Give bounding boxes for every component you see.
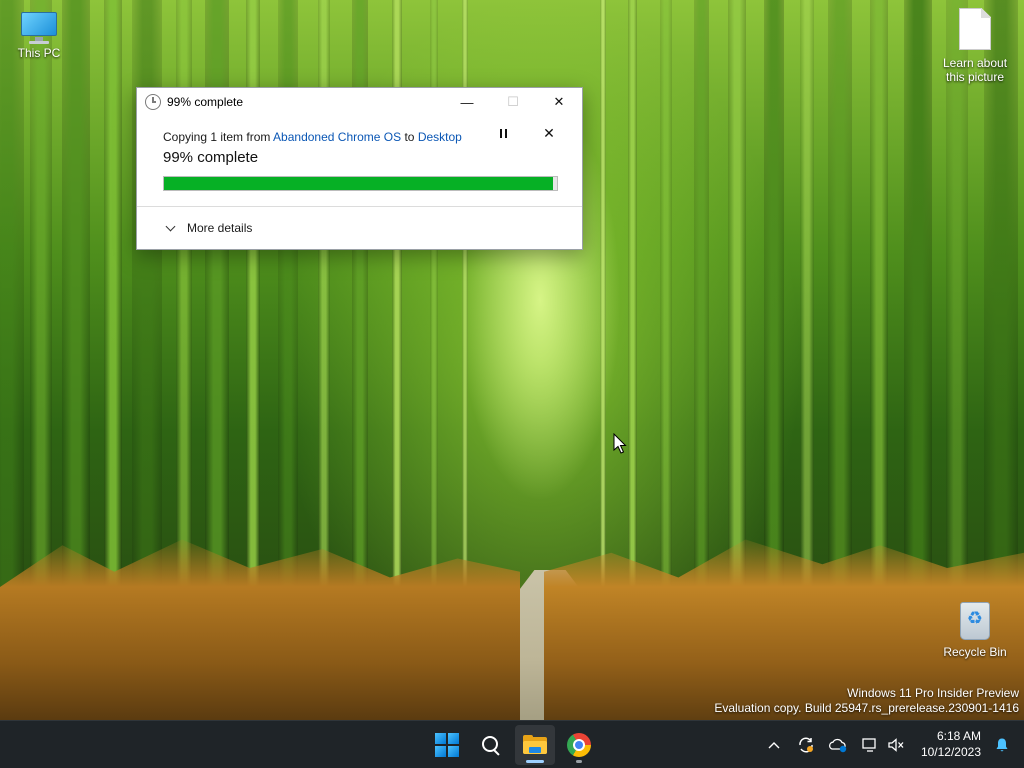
evaluation-watermark: Windows 11 Pro Insider Preview Evaluatio… <box>714 686 1019 716</box>
dialog-titlebar[interactable]: 99% complete — ☐ ✕ <box>137 88 582 116</box>
volume-tray-button[interactable] <box>884 733 908 757</box>
desktop-icon-label: This PC <box>17 46 61 60</box>
source-link[interactable]: Abandoned Chrome OS <box>273 130 401 144</box>
pause-icon <box>499 128 502 138</box>
volume-muted-icon <box>888 738 904 752</box>
wallpaper-grass-left <box>0 539 520 720</box>
start-button[interactable] <box>427 725 467 765</box>
taskbar-chrome[interactable] <box>559 725 599 765</box>
windows-start-icon <box>435 733 459 757</box>
bamboo-stalk <box>104 0 122 600</box>
dialog-divider <box>137 206 582 207</box>
bamboo-stalk <box>828 0 852 600</box>
bamboo-stalk <box>0 0 24 600</box>
copy-progress-dialog[interactable]: 99% complete — ☐ ✕ Copying 1 item from A… <box>136 87 583 250</box>
percent-complete: 99% complete <box>163 149 259 166</box>
bamboo-stalk <box>904 0 932 600</box>
file-explorer-icon <box>523 735 547 755</box>
bamboo-stalk <box>870 0 888 600</box>
desktop-icon-this-pc[interactable]: This PC <box>3 10 75 60</box>
bamboo-stalk <box>764 0 784 600</box>
chevron-down-icon <box>165 223 175 233</box>
cancel-copy-button[interactable]: ✕ <box>539 123 559 143</box>
onedrive-icon <box>829 738 847 753</box>
clock-time: 6:18 AM <box>936 729 981 743</box>
bamboo-stalk <box>800 0 814 600</box>
minimize-button[interactable]: — <box>444 88 490 116</box>
bamboo-stalk <box>660 0 672 600</box>
watermark-line-2: Evaluation copy. Build 25947.rs_prerelea… <box>714 701 1019 715</box>
bamboo-stalk <box>628 0 637 600</box>
bamboo-stalk <box>984 0 1018 600</box>
copy-mid: to <box>401 130 418 144</box>
bamboo-stalk <box>728 0 746 600</box>
desktop-icon-recycle-bin[interactable]: ♻ Recycle Bin <box>939 598 1011 659</box>
sync-icon <box>799 737 813 753</box>
desktop-icon-learn-about-picture[interactable]: Learn about this picture <box>939 8 1011 84</box>
copy-progress-bar <box>163 176 558 191</box>
desktop-icon-label: Learn about this picture <box>942 56 1008 84</box>
this-pc-icon <box>19 10 59 44</box>
search-icon <box>481 735 501 755</box>
more-details-label: More details <box>187 221 253 235</box>
bamboo-stalk <box>62 0 90 600</box>
chrome-icon <box>567 733 591 757</box>
search-button[interactable] <box>471 725 511 765</box>
maximize-button: ☐ <box>507 94 519 109</box>
bamboo-stalk <box>30 0 52 600</box>
taskbar: 6:18 AM 10/12/2023 <box>0 720 1024 768</box>
progress-fill <box>164 177 554 190</box>
destination-link[interactable]: Desktop <box>418 130 462 144</box>
bamboo-stalk <box>946 0 968 600</box>
copy-description: Copying 1 item from Abandoned Chrome OS … <box>163 130 582 144</box>
document-icon <box>959 8 991 50</box>
bamboo-stalk <box>600 0 606 600</box>
taskbar-clock[interactable]: 6:18 AM 10/12/2023 <box>921 728 981 760</box>
onedrive-tray-button[interactable] <box>826 733 850 757</box>
active-app-indicator <box>526 760 544 763</box>
bamboo-stalk <box>694 0 709 600</box>
notification-bell-icon <box>996 738 1008 752</box>
desktop-icon-label: Recycle Bin <box>943 645 1007 659</box>
mouse-cursor-icon <box>613 433 627 454</box>
copy-prefix: Copying 1 item from <box>163 130 274 144</box>
chevron-up-icon <box>768 742 780 749</box>
watermark-line-1: Windows 11 Pro Insider Preview <box>847 686 1019 700</box>
clock-progress-icon <box>145 94 161 110</box>
sync-tray-button[interactable] <box>794 733 818 757</box>
show-hidden-icons-button[interactable] <box>762 733 786 757</box>
notifications-button[interactable] <box>994 737 1010 753</box>
clock-date: 10/12/2023 <box>920 745 981 759</box>
network-icon <box>862 738 876 752</box>
dialog-title: 99% complete <box>167 95 244 109</box>
close-button[interactable]: ✕ <box>536 88 582 116</box>
taskbar-file-explorer[interactable] <box>515 725 555 765</box>
running-app-indicator <box>576 760 582 763</box>
network-tray-button[interactable] <box>858 733 882 757</box>
pause-button[interactable] <box>493 123 513 143</box>
recycle-bin-icon: ♻ <box>958 598 992 640</box>
more-details-toggle[interactable]: More details <box>165 221 252 235</box>
